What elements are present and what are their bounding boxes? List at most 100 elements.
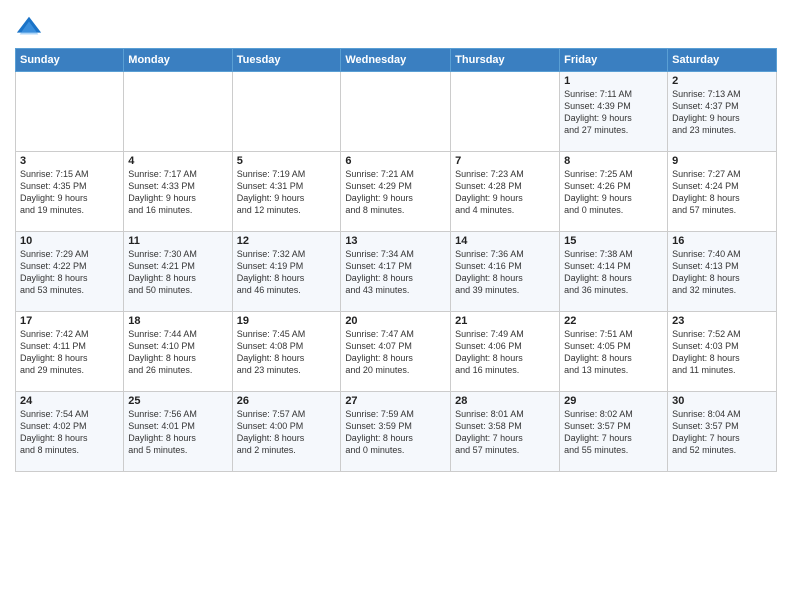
calendar-cell: 4Sunrise: 7:17 AM Sunset: 4:33 PM Daylig…: [124, 152, 232, 232]
calendar-cell: 7Sunrise: 7:23 AM Sunset: 4:28 PM Daylig…: [451, 152, 560, 232]
calendar-cell: [341, 72, 451, 152]
day-number: 16: [672, 235, 772, 247]
calendar-cell: 22Sunrise: 7:51 AM Sunset: 4:05 PM Dayli…: [560, 312, 668, 392]
header-row: SundayMondayTuesdayWednesdayThursdayFrid…: [16, 49, 777, 72]
day-number: 7: [455, 155, 555, 167]
calendar-cell: 2Sunrise: 7:13 AM Sunset: 4:37 PM Daylig…: [668, 72, 777, 152]
day-info: Sunrise: 7:38 AM Sunset: 4:14 PM Dayligh…: [564, 248, 663, 297]
day-info: Sunrise: 7:42 AM Sunset: 4:11 PM Dayligh…: [20, 328, 119, 377]
calendar-cell: 10Sunrise: 7:29 AM Sunset: 4:22 PM Dayli…: [16, 232, 124, 312]
calendar-cell: [16, 72, 124, 152]
calendar-cell: 28Sunrise: 8:01 AM Sunset: 3:58 PM Dayli…: [451, 392, 560, 472]
day-info: Sunrise: 7:36 AM Sunset: 4:16 PM Dayligh…: [455, 248, 555, 297]
day-header-wednesday: Wednesday: [341, 49, 451, 72]
day-info: Sunrise: 7:56 AM Sunset: 4:01 PM Dayligh…: [128, 408, 227, 457]
day-number: 15: [564, 235, 663, 247]
day-header-friday: Friday: [560, 49, 668, 72]
calendar-week-5: 24Sunrise: 7:54 AM Sunset: 4:02 PM Dayli…: [16, 392, 777, 472]
day-number: 8: [564, 155, 663, 167]
day-info: Sunrise: 7:13 AM Sunset: 4:37 PM Dayligh…: [672, 88, 772, 137]
calendar-cell: 29Sunrise: 8:02 AM Sunset: 3:57 PM Dayli…: [560, 392, 668, 472]
day-number: 26: [237, 395, 337, 407]
day-info: Sunrise: 7:44 AM Sunset: 4:10 PM Dayligh…: [128, 328, 227, 377]
day-number: 10: [20, 235, 119, 247]
calendar-cell: 11Sunrise: 7:30 AM Sunset: 4:21 PM Dayli…: [124, 232, 232, 312]
calendar-cell: 19Sunrise: 7:45 AM Sunset: 4:08 PM Dayli…: [232, 312, 341, 392]
day-info: Sunrise: 7:49 AM Sunset: 4:06 PM Dayligh…: [455, 328, 555, 377]
calendar-cell: [124, 72, 232, 152]
day-info: Sunrise: 7:51 AM Sunset: 4:05 PM Dayligh…: [564, 328, 663, 377]
day-number: 28: [455, 395, 555, 407]
calendar-cell: [232, 72, 341, 152]
calendar-week-1: 1Sunrise: 7:11 AM Sunset: 4:39 PM Daylig…: [16, 72, 777, 152]
day-info: Sunrise: 7:17 AM Sunset: 4:33 PM Dayligh…: [128, 168, 227, 217]
calendar-page: SundayMondayTuesdayWednesdayThursdayFrid…: [0, 0, 792, 612]
day-header-monday: Monday: [124, 49, 232, 72]
calendar-cell: 13Sunrise: 7:34 AM Sunset: 4:17 PM Dayli…: [341, 232, 451, 312]
calendar-cell: 27Sunrise: 7:59 AM Sunset: 3:59 PM Dayli…: [341, 392, 451, 472]
day-number: 27: [345, 395, 446, 407]
logo-icon: [15, 14, 43, 42]
day-number: 24: [20, 395, 119, 407]
calendar-cell: 17Sunrise: 7:42 AM Sunset: 4:11 PM Dayli…: [16, 312, 124, 392]
day-info: Sunrise: 7:15 AM Sunset: 4:35 PM Dayligh…: [20, 168, 119, 217]
day-number: 5: [237, 155, 337, 167]
calendar-cell: 15Sunrise: 7:38 AM Sunset: 4:14 PM Dayli…: [560, 232, 668, 312]
day-header-thursday: Thursday: [451, 49, 560, 72]
day-info: Sunrise: 7:30 AM Sunset: 4:21 PM Dayligh…: [128, 248, 227, 297]
day-number: 23: [672, 315, 772, 327]
calendar-cell: [451, 72, 560, 152]
day-info: Sunrise: 7:23 AM Sunset: 4:28 PM Dayligh…: [455, 168, 555, 217]
day-number: 30: [672, 395, 772, 407]
calendar-week-3: 10Sunrise: 7:29 AM Sunset: 4:22 PM Dayli…: [16, 232, 777, 312]
day-info: Sunrise: 7:54 AM Sunset: 4:02 PM Dayligh…: [20, 408, 119, 457]
day-info: Sunrise: 7:59 AM Sunset: 3:59 PM Dayligh…: [345, 408, 446, 457]
day-number: 20: [345, 315, 446, 327]
day-number: 6: [345, 155, 446, 167]
calendar-cell: 6Sunrise: 7:21 AM Sunset: 4:29 PM Daylig…: [341, 152, 451, 232]
day-info: Sunrise: 7:19 AM Sunset: 4:31 PM Dayligh…: [237, 168, 337, 217]
day-header-tuesday: Tuesday: [232, 49, 341, 72]
calendar-cell: 18Sunrise: 7:44 AM Sunset: 4:10 PM Dayli…: [124, 312, 232, 392]
calendar-table: SundayMondayTuesdayWednesdayThursdayFrid…: [15, 48, 777, 472]
day-header-saturday: Saturday: [668, 49, 777, 72]
day-info: Sunrise: 8:01 AM Sunset: 3:58 PM Dayligh…: [455, 408, 555, 457]
calendar-body: 1Sunrise: 7:11 AM Sunset: 4:39 PM Daylig…: [16, 72, 777, 472]
calendar-cell: 8Sunrise: 7:25 AM Sunset: 4:26 PM Daylig…: [560, 152, 668, 232]
calendar-week-4: 17Sunrise: 7:42 AM Sunset: 4:11 PM Dayli…: [16, 312, 777, 392]
day-info: Sunrise: 7:52 AM Sunset: 4:03 PM Dayligh…: [672, 328, 772, 377]
calendar-cell: 12Sunrise: 7:32 AM Sunset: 4:19 PM Dayli…: [232, 232, 341, 312]
day-number: 25: [128, 395, 227, 407]
day-number: 13: [345, 235, 446, 247]
day-info: Sunrise: 7:45 AM Sunset: 4:08 PM Dayligh…: [237, 328, 337, 377]
calendar-cell: 23Sunrise: 7:52 AM Sunset: 4:03 PM Dayli…: [668, 312, 777, 392]
calendar-cell: 14Sunrise: 7:36 AM Sunset: 4:16 PM Dayli…: [451, 232, 560, 312]
header: [15, 10, 777, 42]
logo: [15, 14, 47, 42]
day-info: Sunrise: 7:27 AM Sunset: 4:24 PM Dayligh…: [672, 168, 772, 217]
day-info: Sunrise: 7:34 AM Sunset: 4:17 PM Dayligh…: [345, 248, 446, 297]
calendar-cell: 24Sunrise: 7:54 AM Sunset: 4:02 PM Dayli…: [16, 392, 124, 472]
day-info: Sunrise: 7:47 AM Sunset: 4:07 PM Dayligh…: [345, 328, 446, 377]
calendar-cell: 3Sunrise: 7:15 AM Sunset: 4:35 PM Daylig…: [16, 152, 124, 232]
calendar-cell: 26Sunrise: 7:57 AM Sunset: 4:00 PM Dayli…: [232, 392, 341, 472]
day-number: 29: [564, 395, 663, 407]
day-number: 3: [20, 155, 119, 167]
day-info: Sunrise: 7:32 AM Sunset: 4:19 PM Dayligh…: [237, 248, 337, 297]
calendar-cell: 1Sunrise: 7:11 AM Sunset: 4:39 PM Daylig…: [560, 72, 668, 152]
day-number: 17: [20, 315, 119, 327]
day-number: 1: [564, 75, 663, 87]
calendar-cell: 21Sunrise: 7:49 AM Sunset: 4:06 PM Dayli…: [451, 312, 560, 392]
calendar-week-2: 3Sunrise: 7:15 AM Sunset: 4:35 PM Daylig…: [16, 152, 777, 232]
calendar-cell: 9Sunrise: 7:27 AM Sunset: 4:24 PM Daylig…: [668, 152, 777, 232]
day-number: 9: [672, 155, 772, 167]
calendar-cell: 5Sunrise: 7:19 AM Sunset: 4:31 PM Daylig…: [232, 152, 341, 232]
calendar-cell: 30Sunrise: 8:04 AM Sunset: 3:57 PM Dayli…: [668, 392, 777, 472]
day-info: Sunrise: 7:25 AM Sunset: 4:26 PM Dayligh…: [564, 168, 663, 217]
calendar-cell: 25Sunrise: 7:56 AM Sunset: 4:01 PM Dayli…: [124, 392, 232, 472]
day-number: 14: [455, 235, 555, 247]
day-number: 12: [237, 235, 337, 247]
day-number: 2: [672, 75, 772, 87]
day-info: Sunrise: 7:29 AM Sunset: 4:22 PM Dayligh…: [20, 248, 119, 297]
day-info: Sunrise: 8:02 AM Sunset: 3:57 PM Dayligh…: [564, 408, 663, 457]
